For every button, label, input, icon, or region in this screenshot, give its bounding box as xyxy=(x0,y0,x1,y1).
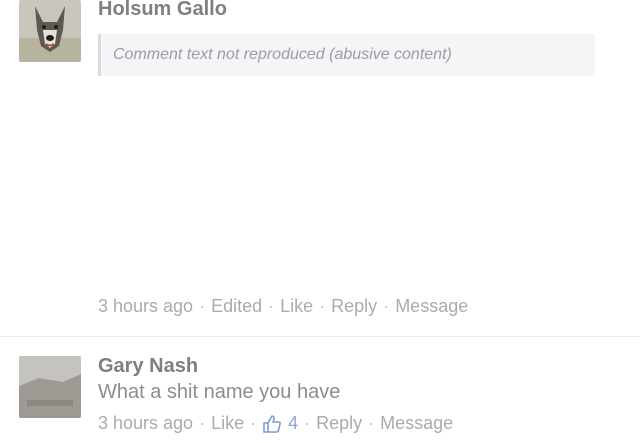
comment-text-withheld: Comment text not reproduced (abusive con… xyxy=(98,34,595,76)
reply-button[interactable]: Reply xyxy=(316,413,362,434)
avatar[interactable] xyxy=(19,356,81,418)
separator: · xyxy=(199,296,206,316)
like-button[interactable]: Like xyxy=(211,413,244,434)
comment-timestamp[interactable]: 3 hours ago xyxy=(98,413,193,434)
separator: · xyxy=(319,296,326,316)
like-count[interactable]: 4 xyxy=(262,413,298,434)
reply-button[interactable]: Reply xyxy=(331,296,377,317)
message-button[interactable]: Message xyxy=(395,296,468,317)
thumbs-up-icon xyxy=(263,414,282,433)
like-button[interactable]: Like xyxy=(280,296,313,317)
comment-timestamp[interactable]: 3 hours ago xyxy=(98,296,193,317)
separator: · xyxy=(199,413,206,433)
comment-text: What a shit name you have xyxy=(98,381,341,403)
separator: · xyxy=(304,413,311,433)
separator: · xyxy=(268,296,275,316)
comment-author[interactable]: Holsum Gallo xyxy=(98,0,612,22)
comment-actions: 3 hours ago · Edited · Like · Reply · Me… xyxy=(98,296,468,317)
separator: · xyxy=(250,413,257,433)
photo-avatar-icon xyxy=(19,356,81,418)
comment-thread: Holsum Gallo Comment text not reproduced… xyxy=(0,0,640,442)
message-button[interactable]: Message xyxy=(380,413,453,434)
comment-actions: 3 hours ago · Like · 4 · Reply · Message xyxy=(98,413,612,434)
separator: · xyxy=(368,413,375,433)
comment-author[interactable]: Gary Nash xyxy=(98,353,612,379)
avatar[interactable] xyxy=(19,0,81,62)
separator: · xyxy=(383,296,390,316)
edited-label[interactable]: Edited xyxy=(211,296,262,317)
like-count-value: 4 xyxy=(288,413,299,433)
comment: Gary Nash What a shit name you have 3 ho… xyxy=(0,336,640,443)
dog-photo-avatar-icon xyxy=(19,0,81,62)
